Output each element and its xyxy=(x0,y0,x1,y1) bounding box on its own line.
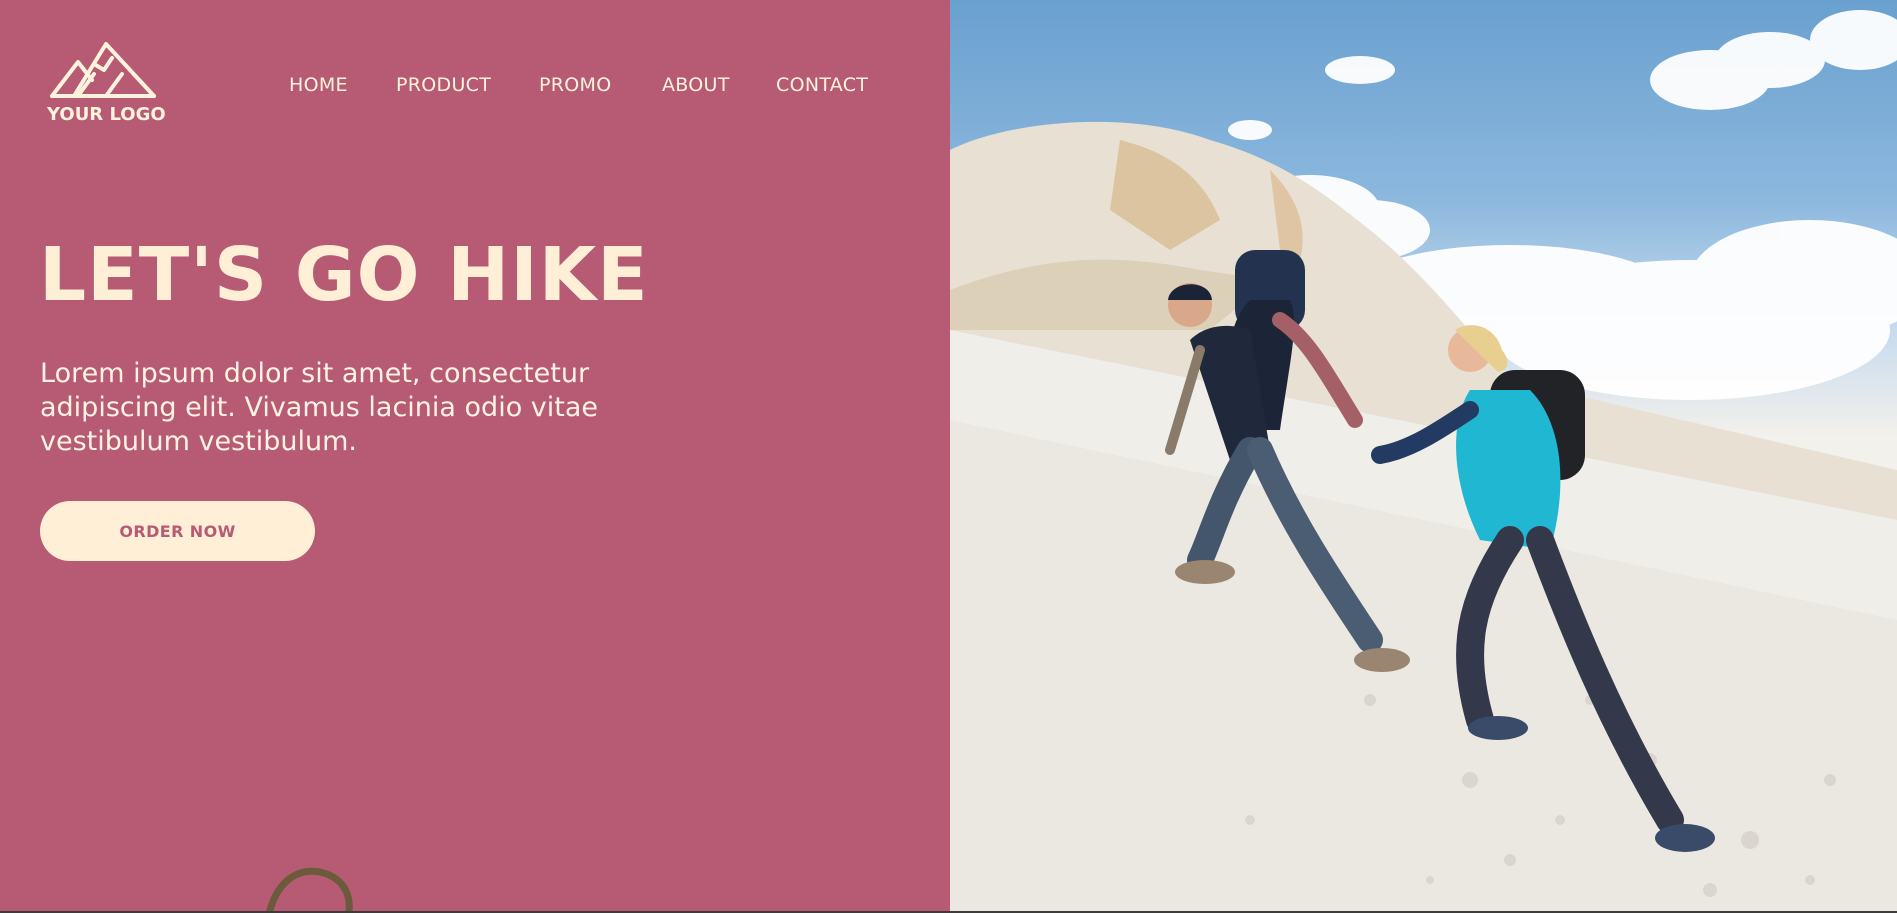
hero-description: Lorem ipsum dolor sit amet, consectetur … xyxy=(40,358,599,457)
nav-home[interactable]: HOME xyxy=(289,74,348,96)
logo[interactable]: YOUR LOGO xyxy=(44,40,166,126)
logo-text: YOUR LOGO xyxy=(47,104,166,125)
hikers-photo xyxy=(950,0,1897,911)
nav-about[interactable]: ABOUT xyxy=(662,74,730,96)
order-now-button[interactable]: ORDER NOW xyxy=(40,501,315,561)
nav-product[interactable]: PRODUCT xyxy=(396,74,491,96)
decorative-swirl xyxy=(266,867,353,911)
mountain-icon xyxy=(50,42,156,98)
nav-contact[interactable]: CONTACT xyxy=(776,74,868,96)
nav-promo[interactable]: PROMO xyxy=(539,74,611,96)
hero-panel: YOUR LOGO HOME PRODUCT PROMO ABOUT CONTA… xyxy=(0,0,950,911)
hero-title: LET'S GO HIKE xyxy=(39,232,649,318)
